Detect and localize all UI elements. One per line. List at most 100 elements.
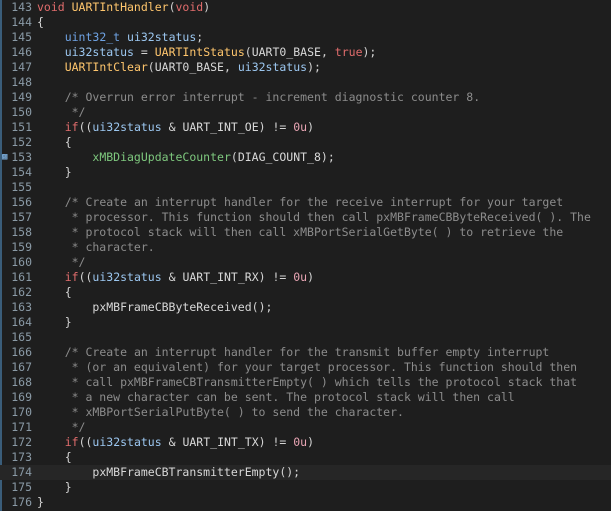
code-line[interactable]: 145 uint32_t ui32status; (0, 30, 611, 45)
code-text: } (37, 315, 72, 330)
code-line[interactable]: 155 (0, 180, 611, 195)
code-text: * a new character can be sent. The proto… (37, 390, 515, 405)
code-token: UART_INT_RX (182, 270, 259, 284)
line-number: 167 (11, 360, 32, 374)
code-text: */ (37, 105, 86, 120)
code-line[interactable]: 168 * call pxMBFrameCBTransmitterEmpty( … (0, 375, 611, 390)
code-token: } (37, 165, 72, 179)
code-line[interactable]: 163 pxMBFrameCBByteReceived(); (0, 300, 611, 315)
code-line[interactable]: 144 { (0, 15, 611, 30)
code-text: * (or an equivalent) for your target pro… (37, 360, 577, 375)
code-token: ); (320, 150, 335, 164)
code-text: */ (37, 255, 86, 270)
code-line[interactable]: 174 pxMBFrameCBTransmitterEmpty(); (0, 465, 611, 480)
code-text: { (37, 450, 72, 465)
code-line[interactable]: 170 * xMBPortSerialPutByte( ) to send th… (0, 405, 611, 420)
code-token: UARTIntClear (64, 60, 148, 74)
bookmark-icon[interactable]: ▩ (2, 152, 12, 162)
code-line[interactable]: 162 { (0, 285, 611, 300)
code-token: (( (78, 270, 93, 284)
code-token: if (64, 120, 79, 134)
code-token: * protocol stack will then call xMBPortS… (37, 225, 564, 239)
code-token: ) != (258, 435, 294, 449)
code-line[interactable]: 160 */ (0, 255, 611, 270)
code-line[interactable]: 154 } (0, 165, 611, 180)
code-line[interactable]: 172 if((ui32status & UART_INT_TX) != 0u) (0, 435, 611, 450)
code-line[interactable]: 169 * a new character can be sent. The p… (0, 390, 611, 405)
code-line[interactable]: 153 ▩ xMBDiagUpdateCounter(DIAG_COUNT_8); (0, 150, 611, 165)
line-number: 154 (11, 165, 32, 179)
code-token: 0u (293, 270, 308, 284)
code-text: /* Create an interrupt handler for the r… (37, 195, 564, 210)
code-text: xMBDiagUpdateCounter(DIAG_COUNT_8); (37, 150, 335, 165)
line-number: 168 (11, 375, 32, 389)
code-token: ); (307, 60, 321, 74)
code-token: (( (78, 435, 93, 449)
code-line[interactable]: 161 if((ui32status & UART_INT_RX) != 0u) (0, 270, 611, 285)
code-line[interactable]: 159 * character. (0, 240, 611, 255)
code-token: UARTIntStatus (154, 45, 245, 59)
code-line[interactable]: 150 */ (0, 105, 611, 120)
code-token: ) (307, 120, 315, 134)
code-text: * protocol stack will then call xMBPortS… (37, 225, 564, 240)
code-token: { (37, 450, 72, 464)
code-line[interactable]: 173 { (0, 450, 611, 465)
code-line[interactable]: 164 } (0, 315, 611, 330)
line-number: 144 (11, 15, 32, 29)
code-text: UARTIntClear(UART0_BASE, ui32status); (37, 60, 321, 75)
code-token: ui32status (237, 60, 308, 74)
code-token: void (175, 0, 204, 14)
code-token: { (37, 285, 72, 299)
code-token: 0u (293, 120, 308, 134)
line-number: 156 (11, 195, 32, 209)
code-token: /* Create an interrupt handler for the t… (64, 345, 550, 359)
code-line[interactable]: 147 UARTIntClear(UART0_BASE, ui32status)… (0, 60, 611, 75)
code-text: ui32status = UARTIntStatus(UART0_BASE, t… (37, 45, 377, 60)
code-token: ; (196, 30, 204, 44)
line-number: 145 (11, 30, 32, 44)
code-line[interactable]: 167 * (or an equivalent) for your target… (0, 360, 611, 375)
code-line[interactable]: 158 * protocol stack will then call xMBP… (0, 225, 611, 240)
code-line[interactable]: 165 (0, 330, 611, 345)
line-number: 147 (11, 60, 32, 74)
code-line[interactable]: 152 { (0, 135, 611, 150)
code-token: * (or an equivalent) for your target pro… (37, 360, 578, 374)
code-token: ) != (258, 270, 294, 284)
code-token: ) (203, 0, 211, 14)
code-token: } (37, 315, 72, 329)
code-line[interactable]: 143 void UARTIntHandler(void) (0, 0, 611, 15)
line-number: 169 (11, 390, 32, 404)
line-number: 173 (11, 450, 32, 464)
code-token: ) (307, 435, 315, 449)
code-token: & (161, 270, 183, 284)
line-number: 164 (11, 315, 32, 329)
code-token: uint32_t (64, 30, 121, 44)
code-token: UARTIntHandler (71, 0, 169, 14)
code-line[interactable]: 166 /* Create an interrupt handler for t… (0, 345, 611, 360)
code-editor[interactable]: 143 void UARTIntHandler(void) 144{145 uint… (0, 0, 611, 511)
line-number: 148 (11, 75, 32, 89)
code-line[interactable]: 148 (0, 75, 611, 90)
code-token: UART0_BASE (154, 60, 224, 74)
code-token: } (37, 495, 44, 509)
code-token: * call pxMBFrameCBTransmitterEmpty( ) wh… (37, 375, 578, 389)
code-line[interactable]: 151 if((ui32status & UART_INT_OE) != 0u) (0, 120, 611, 135)
code-token: ( (168, 0, 176, 14)
code-token: (); (251, 300, 273, 314)
code-token: xMBDiagUpdateCounter (92, 150, 231, 164)
line-number: 171 (11, 420, 32, 434)
line-number: 146 (11, 45, 32, 59)
code-line[interactable]: 176} (0, 495, 611, 510)
code-line[interactable]: 146 ui32status = UARTIntStatus(UART0_BAS… (0, 45, 611, 60)
code-line[interactable]: 175 } (0, 480, 611, 495)
code-text: * xMBPortSerialPutByte( ) to send the ch… (37, 405, 404, 420)
code-text: pxMBFrameCBTransmitterEmpty(); (37, 465, 300, 480)
code-line[interactable]: 171 */ (0, 420, 611, 435)
code-line[interactable]: 156 /* Create an interrupt handler for t… (0, 195, 611, 210)
code-line[interactable]: 157 * processor. This function should th… (0, 210, 611, 225)
code-line[interactable]: 149 /* Overrun error interrupt - increme… (0, 90, 611, 105)
